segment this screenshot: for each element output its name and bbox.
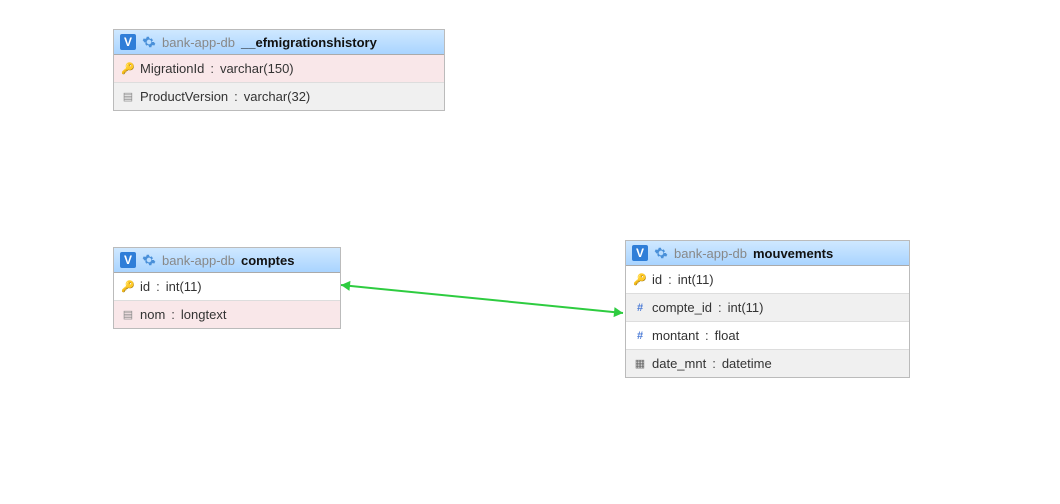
relation-arrow-icon bbox=[341, 281, 350, 291]
relation-arrow-icon bbox=[614, 307, 623, 317]
column-type: int(11) bbox=[728, 300, 764, 315]
column-row[interactable]: 🔑 id : int(11) bbox=[114, 273, 340, 301]
column-name: id bbox=[140, 279, 150, 294]
column-row[interactable]: # compte_id : int(11) bbox=[626, 294, 909, 322]
gear-icon[interactable] bbox=[142, 253, 156, 267]
table-efmigrationshistory[interactable]: V bank-app-db __efmigrationshistory 🔑 Mi… bbox=[113, 29, 445, 111]
column-name: date_mnt bbox=[652, 356, 706, 371]
gear-icon[interactable] bbox=[654, 246, 668, 260]
column-name: id bbox=[652, 272, 662, 287]
column-type: datetime bbox=[722, 356, 772, 371]
table-header[interactable]: V bank-app-db __efmigrationshistory bbox=[114, 30, 444, 55]
column-row[interactable]: ▤ ProductVersion : varchar(32) bbox=[114, 83, 444, 110]
table-name: comptes bbox=[241, 253, 294, 268]
column-row[interactable]: # montant : float bbox=[626, 322, 909, 350]
text-icon: ▤ bbox=[122, 309, 134, 321]
column-name: compte_id bbox=[652, 300, 712, 315]
db-label: bank-app-db bbox=[162, 253, 235, 268]
relation-line bbox=[341, 285, 623, 313]
column-name: montant bbox=[652, 328, 699, 343]
hash-icon: # bbox=[634, 302, 646, 314]
table-header[interactable]: V bank-app-db comptes bbox=[114, 248, 340, 273]
text-icon: ▤ bbox=[122, 91, 134, 103]
key-icon: 🔑 bbox=[634, 274, 646, 286]
column-type: int(11) bbox=[166, 279, 202, 294]
table-name: mouvements bbox=[753, 246, 833, 261]
view-badge-icon: V bbox=[632, 245, 648, 261]
column-type: float bbox=[715, 328, 740, 343]
table-mouvements[interactable]: V bank-app-db mouvements 🔑 id : int(11) … bbox=[625, 240, 910, 378]
view-badge-icon: V bbox=[120, 252, 136, 268]
date-icon: ▦ bbox=[634, 358, 646, 370]
column-row[interactable]: ▦ date_mnt : datetime bbox=[626, 350, 909, 377]
gear-icon[interactable] bbox=[142, 35, 156, 49]
key-icon: 🔑 bbox=[122, 63, 134, 75]
column-type: int(11) bbox=[678, 272, 714, 287]
column-name: nom bbox=[140, 307, 165, 322]
column-row[interactable]: 🔑 id : int(11) bbox=[626, 266, 909, 294]
column-name: MigrationId bbox=[140, 61, 204, 76]
relation-comptes-mouvements bbox=[341, 281, 623, 317]
table-comptes[interactable]: V bank-app-db comptes 🔑 id : int(11) ▤ n… bbox=[113, 247, 341, 329]
hash-icon: # bbox=[634, 330, 646, 342]
table-name: __efmigrationshistory bbox=[241, 35, 377, 50]
column-type: longtext bbox=[181, 307, 227, 322]
column-name: ProductVersion bbox=[140, 89, 228, 104]
column-row[interactable]: 🔑 MigrationId : varchar(150) bbox=[114, 55, 444, 83]
key-icon: 🔑 bbox=[122, 281, 134, 293]
column-row[interactable]: ▤ nom : longtext bbox=[114, 301, 340, 328]
column-type: varchar(32) bbox=[244, 89, 310, 104]
db-label: bank-app-db bbox=[162, 35, 235, 50]
column-type: varchar(150) bbox=[220, 61, 294, 76]
table-header[interactable]: V bank-app-db mouvements bbox=[626, 241, 909, 266]
schema-canvas: V bank-app-db __efmigrationshistory 🔑 Mi… bbox=[0, 0, 1060, 504]
db-label: bank-app-db bbox=[674, 246, 747, 261]
view-badge-icon: V bbox=[120, 34, 136, 50]
